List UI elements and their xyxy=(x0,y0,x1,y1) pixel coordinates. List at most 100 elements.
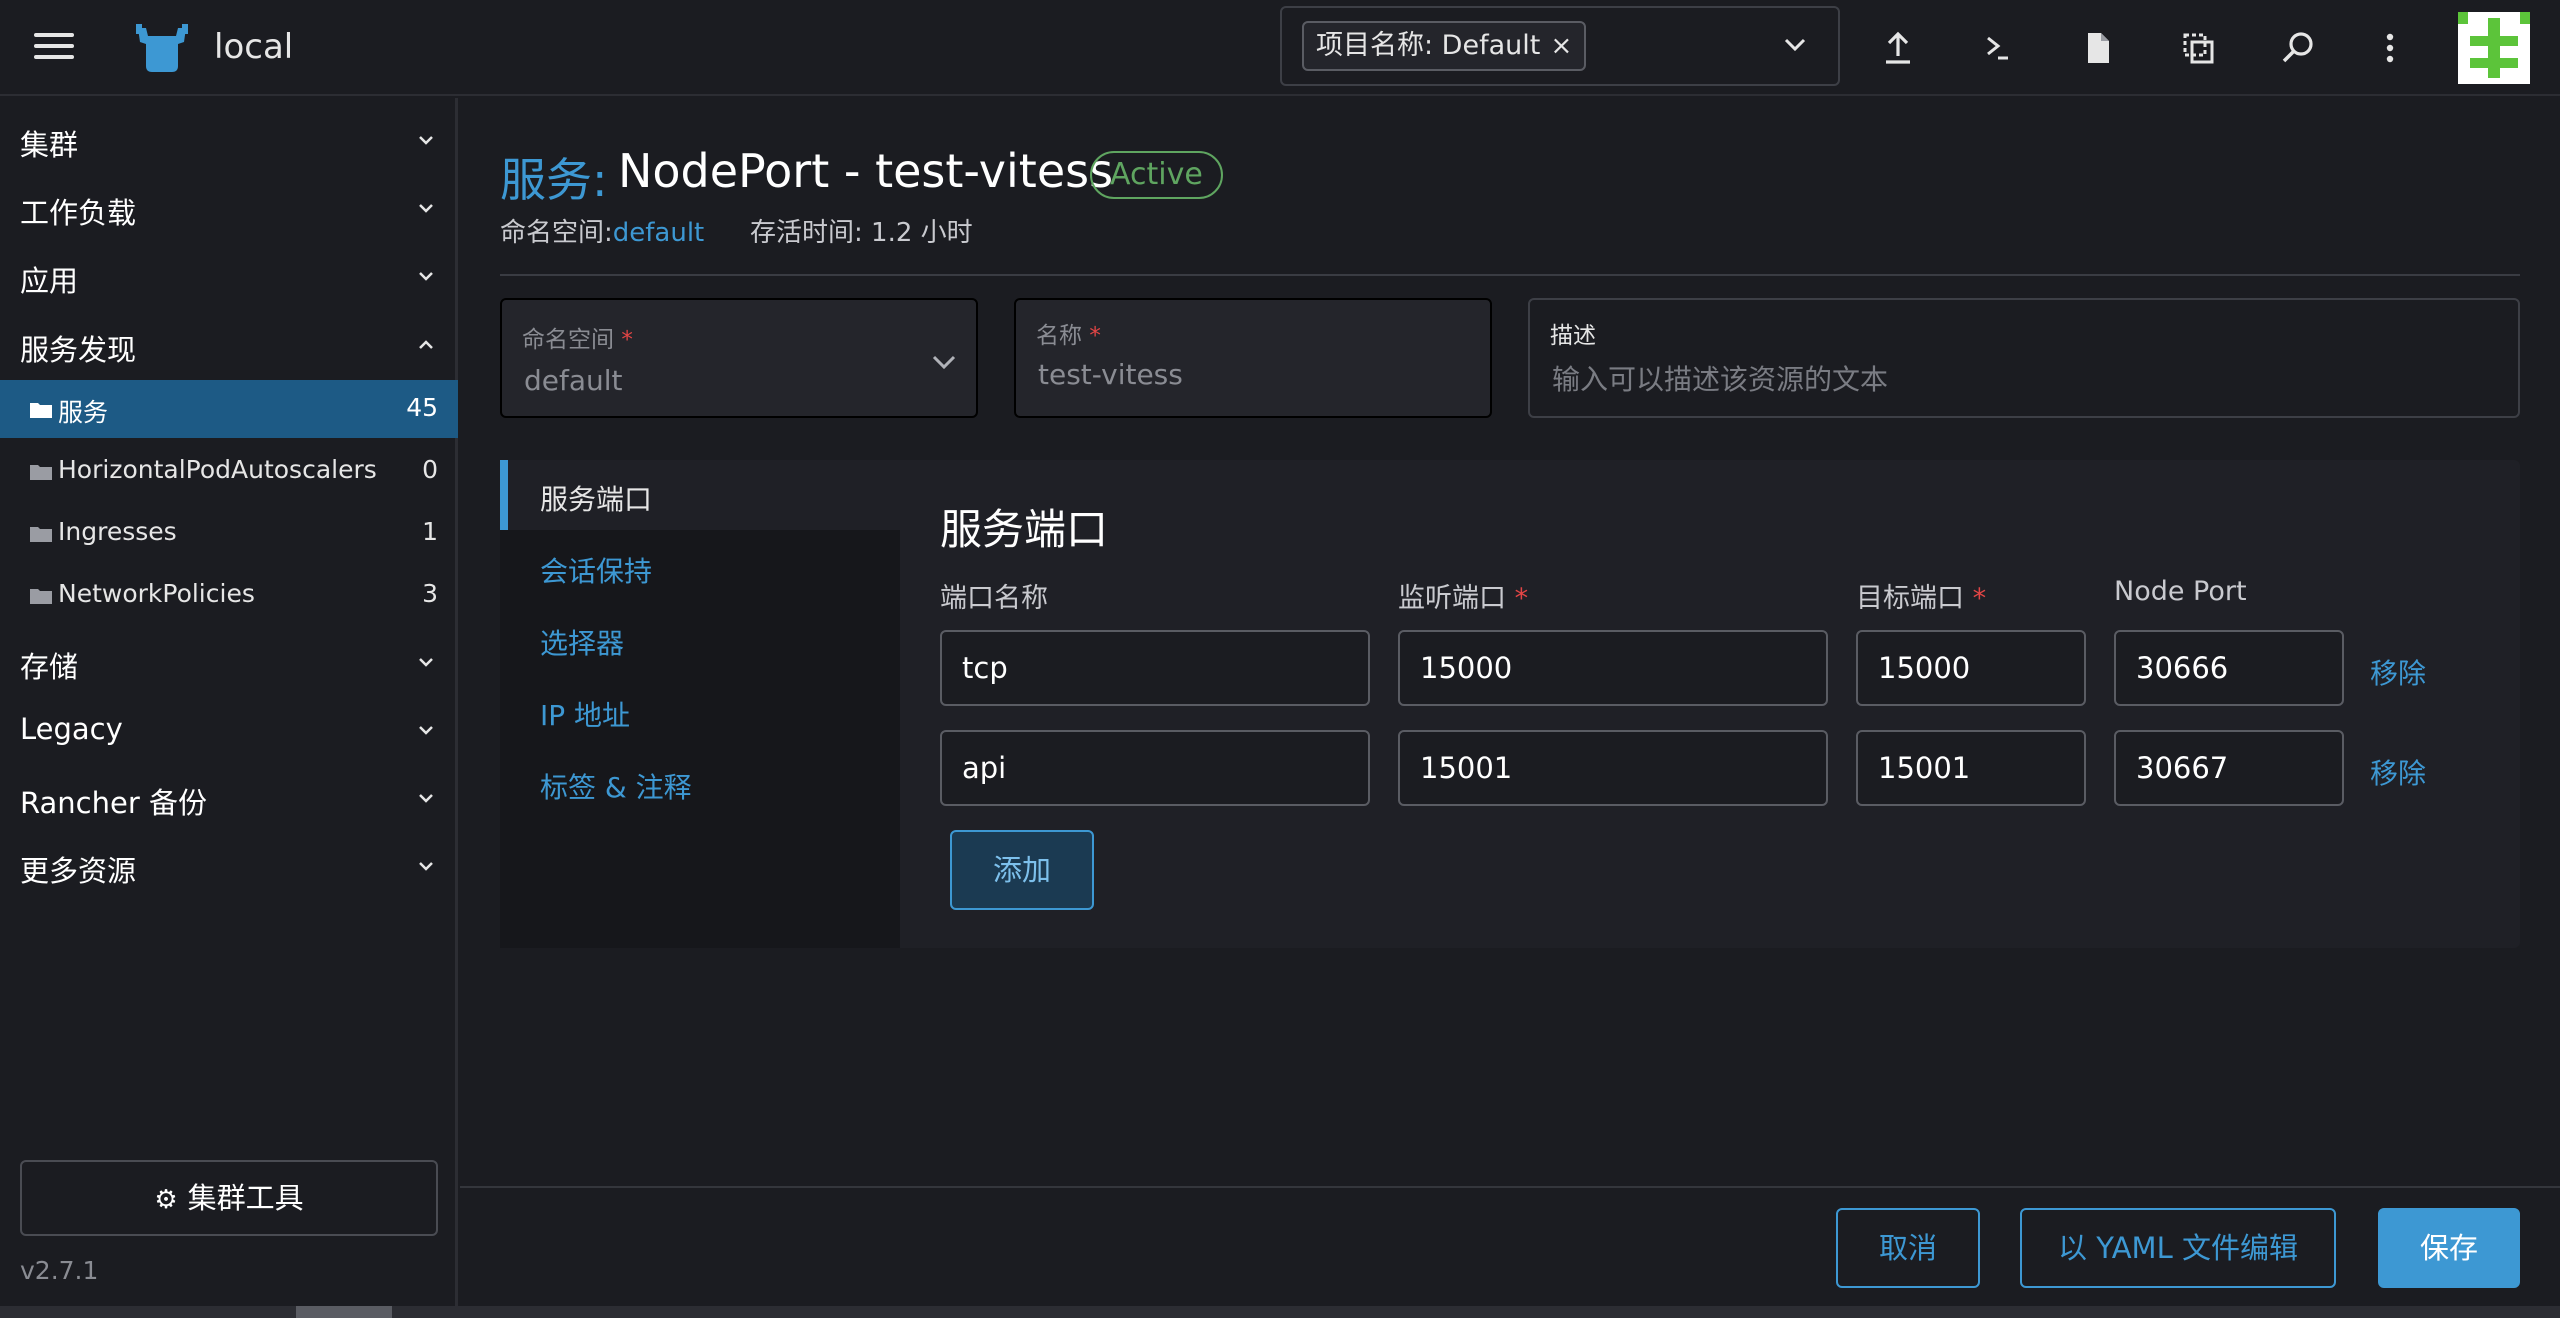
folder-icon xyxy=(30,589,52,604)
sidebar-group-label: 更多资源 xyxy=(20,854,137,888)
description-field[interactable]: 描述 输入可以描述该资源的文本 xyxy=(1528,298,2520,418)
sidebar-group-label: 集群 xyxy=(20,128,79,162)
divider xyxy=(500,274,2520,276)
folder-icon xyxy=(30,527,52,542)
listen-port-input[interactable]: 15000 xyxy=(1398,630,1828,706)
remove-port-button[interactable]: 移除 xyxy=(2370,652,2426,692)
search-icon[interactable] xyxy=(2278,28,2318,68)
description-field-label: 描述 xyxy=(1550,323,1596,349)
namespace-meta: 命名空间:default xyxy=(500,212,704,249)
listen-port-input[interactable]: 15001 xyxy=(1398,730,1828,806)
page-title-prefix: 服务: xyxy=(500,153,608,207)
folder-icon xyxy=(30,465,52,480)
chevron-down-icon xyxy=(419,862,433,871)
cluster-name: local xyxy=(214,27,294,67)
remove-port-button[interactable]: 移除 xyxy=(2370,752,2426,792)
sidebar-item-count: 45 xyxy=(406,393,438,422)
tab-label: 标签 & 注释 xyxy=(540,771,692,804)
cancel-button[interactable]: 取消 xyxy=(1836,1208,1980,1288)
menu-icon[interactable] xyxy=(34,33,74,63)
tab-selectors[interactable]: 选择器 xyxy=(500,604,900,674)
namespace-select[interactable]: 命名空间 * default xyxy=(500,298,978,418)
tab-labels-annotations[interactable]: 标签 & 注释 xyxy=(500,748,900,818)
status-badge: Active xyxy=(1090,151,1223,199)
column-header-target: 目标端口 * xyxy=(1856,576,1986,615)
column-header-target-text: 目标端口 xyxy=(1856,583,1964,614)
upload-icon[interactable] xyxy=(1878,28,1918,68)
gear-icon: ⚙ xyxy=(154,1185,178,1215)
sidebar-item-label: HorizontalPodAutoscalers xyxy=(58,455,377,484)
edit-yaml-button[interactable]: 以 YAML 文件编辑 xyxy=(2020,1208,2336,1288)
name-label-text: 名称 xyxy=(1036,323,1082,349)
top-header: local 项目名称: Default × xyxy=(0,0,2560,96)
sidebar-group-legacy[interactable]: Legacy xyxy=(0,702,458,758)
add-port-button[interactable]: 添加 xyxy=(950,830,1094,910)
cluster-tools-button[interactable]: ⚙ 集群工具 xyxy=(20,1160,438,1236)
page-title: NodePort - test-vitess xyxy=(618,144,1114,198)
age-meta: 存活时间: 1.2 小时 xyxy=(750,218,973,248)
required-mark: * xyxy=(1514,583,1529,614)
chevron-down-icon xyxy=(419,136,433,145)
sidebar-item-services[interactable]: 服务 45 xyxy=(0,380,458,438)
copy-icon[interactable] xyxy=(2178,28,2218,68)
node-port-input[interactable]: 30667 xyxy=(2114,730,2344,806)
chevron-down-icon xyxy=(419,726,433,735)
namespace-chip-label: 项目名称: Default xyxy=(1316,30,1541,61)
scrollbar-thumb[interactable] xyxy=(296,1306,392,1318)
sidebar-group-label: 存储 xyxy=(20,650,79,684)
sidebar-group-more-resources[interactable]: 更多资源 xyxy=(0,838,458,894)
cluster-tools-label: 集群工具 xyxy=(187,1181,304,1215)
sidebar-group-apps[interactable]: 应用 xyxy=(0,248,458,304)
target-port-input[interactable]: 15000 xyxy=(1856,630,2086,706)
sidebar-group-rancher-backup[interactable]: Rancher 备份 xyxy=(0,770,458,826)
sidebar-group-label: 应用 xyxy=(20,264,79,298)
sidebar-group-label: Legacy xyxy=(20,712,123,746)
sidebar-group-label: 工作负载 xyxy=(20,196,137,230)
column-header-name: 端口名称 xyxy=(940,583,1048,614)
chip-close-icon[interactable]: × xyxy=(1551,23,1573,69)
file-icon[interactable] xyxy=(2078,28,2118,68)
required-mark: * xyxy=(621,327,633,353)
chevron-down-icon xyxy=(932,355,956,370)
name-field[interactable]: 名称 * test-vitess xyxy=(1014,298,1492,418)
sidebar-group-service-discovery[interactable]: 服务发现 xyxy=(0,317,458,373)
namespace-meta-label: 命名空间: xyxy=(500,218,613,248)
sidebar-group-cluster[interactable]: 集群 xyxy=(0,112,458,168)
sidebar-item-hpa[interactable]: HorizontalPodAutoscalers 0 xyxy=(0,442,458,500)
more-vertical-icon[interactable] xyxy=(2370,28,2410,68)
tab-ip-addresses[interactable]: IP 地址 xyxy=(500,676,900,746)
terminal-icon[interactable] xyxy=(1978,28,2018,68)
sidebar-group-storage[interactable]: 存储 xyxy=(0,634,458,690)
tab-label: 服务端口 xyxy=(540,483,653,516)
port-name-input[interactable]: api xyxy=(940,730,1370,806)
node-port-input[interactable]: 30666 xyxy=(2114,630,2344,706)
port-name-input[interactable]: tcp xyxy=(940,630,1370,706)
sidebar-group-label: Rancher 备份 xyxy=(20,786,207,820)
tab-session-affinity[interactable]: 会话保持 xyxy=(500,532,900,602)
namespace-filter[interactable]: 项目名称: Default × xyxy=(1280,6,1840,86)
namespace-link[interactable]: default xyxy=(613,218,704,248)
sidebar-group-workloads[interactable]: 工作负载 xyxy=(0,180,458,236)
column-header-listen-text: 监听端口 xyxy=(1398,583,1506,614)
column-header-nodeport: Node Port xyxy=(2114,576,2247,607)
version-label: v2.7.1 xyxy=(20,1256,99,1285)
sidebar-item-ingresses[interactable]: Ingresses 1 xyxy=(0,504,458,562)
namespace-field-label: 命名空间 * xyxy=(522,320,633,354)
target-port-input[interactable]: 15001 xyxy=(1856,730,2086,806)
chevron-down-icon xyxy=(419,272,433,281)
namespace-label-text: 命名空间 xyxy=(522,327,614,353)
save-button[interactable]: 保存 xyxy=(2378,1208,2520,1288)
name-field-label: 名称 * xyxy=(1036,316,1101,350)
name-value: test-vitess xyxy=(1038,358,1183,391)
avatar[interactable] xyxy=(2458,12,2530,84)
sidebar: 集群 工作负载 应用 服务发现 服务 45 HorizontalPodAutos… xyxy=(0,98,458,1306)
tab-service-ports[interactable]: 服务端口 xyxy=(500,460,900,530)
sidebar-item-networkpolicies[interactable]: NetworkPolicies 3 xyxy=(0,566,458,624)
namespace-chip: 项目名称: Default × xyxy=(1302,21,1587,71)
sidebar-item-label: NetworkPolicies xyxy=(58,579,255,608)
required-mark: * xyxy=(1089,323,1101,349)
chevron-down-icon[interactable] xyxy=(1780,30,1810,60)
sidebar-item-count: 1 xyxy=(422,517,438,546)
sidebar-item-label: Ingresses xyxy=(58,517,177,546)
chevron-down-icon xyxy=(419,658,433,667)
